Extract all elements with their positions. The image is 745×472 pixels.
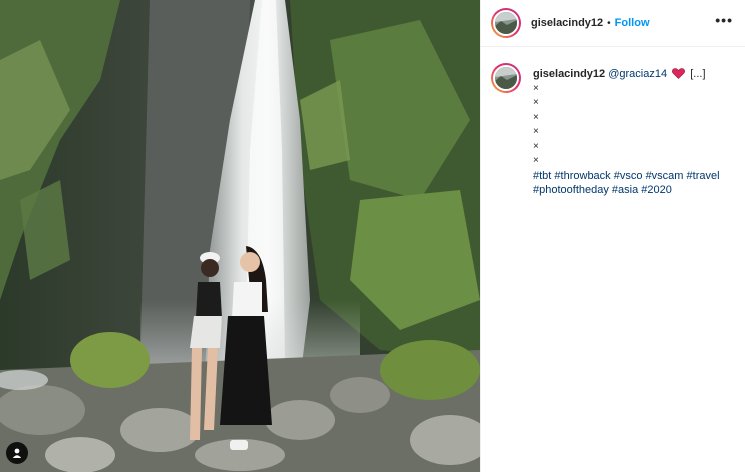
post-caption: giselacindy12 @graciaz14 [...] × × × × ×… bbox=[481, 47, 745, 198]
hashtags-line-1: #tbt #throwback #vsco #vscam #travel bbox=[533, 169, 720, 184]
more-options-icon[interactable]: ••• bbox=[715, 13, 733, 31]
caption-line: × bbox=[533, 155, 539, 166]
hashtag-link[interactable]: #photooftheday bbox=[533, 184, 609, 196]
hashtag-link[interactable]: #asia bbox=[612, 184, 638, 196]
instagram-post: giselacindy12 • Follow ••• giselacindy12… bbox=[0, 0, 745, 472]
caption-line: × bbox=[533, 126, 539, 137]
hashtag-link[interactable]: #2020 bbox=[641, 184, 672, 196]
avatar-image bbox=[493, 10, 519, 36]
hashtag-link[interactable]: #vsco bbox=[614, 170, 643, 182]
hashtag-link[interactable]: #tbt bbox=[533, 170, 551, 182]
caption-line: × bbox=[533, 111, 539, 123]
caption-line: × bbox=[533, 82, 539, 94]
post-side-panel: giselacindy12 • Follow ••• giselacindy12… bbox=[480, 0, 745, 472]
caption-mention[interactable]: @graciaz14 bbox=[608, 68, 667, 80]
red-heart-icon bbox=[672, 68, 686, 79]
avatar[interactable] bbox=[491, 8, 521, 38]
header-username[interactable]: giselacindy12 bbox=[531, 17, 603, 29]
header-separator: • bbox=[607, 17, 611, 29]
post-header: giselacindy12 • Follow ••• bbox=[481, 0, 745, 47]
caption-text: giselacindy12 @graciaz14 [...] × × × × ×… bbox=[533, 67, 720, 198]
hashtag-link[interactable]: #vscam bbox=[646, 170, 684, 182]
caption-avatar[interactable] bbox=[491, 63, 521, 93]
hashtag-link[interactable]: #travel bbox=[687, 170, 720, 182]
caption-more[interactable]: [...] bbox=[690, 68, 705, 80]
hashtags-line-2: #photooftheday #asia #2020 bbox=[533, 183, 720, 198]
tag-user-button[interactable] bbox=[6, 442, 28, 464]
waterfall-photo bbox=[0, 0, 480, 472]
hashtag-link[interactable]: #throwback bbox=[554, 170, 610, 182]
caption-line: × bbox=[533, 97, 539, 108]
caption-line: × bbox=[533, 140, 539, 152]
caption-first-line: giselacindy12 @graciaz14 [...] bbox=[533, 67, 720, 82]
user-tag-icon bbox=[12, 448, 22, 458]
follow-button[interactable]: Follow bbox=[615, 17, 650, 29]
avatar-image bbox=[493, 65, 519, 91]
caption-username[interactable]: giselacindy12 bbox=[533, 68, 605, 80]
post-photo[interactable] bbox=[0, 0, 480, 472]
